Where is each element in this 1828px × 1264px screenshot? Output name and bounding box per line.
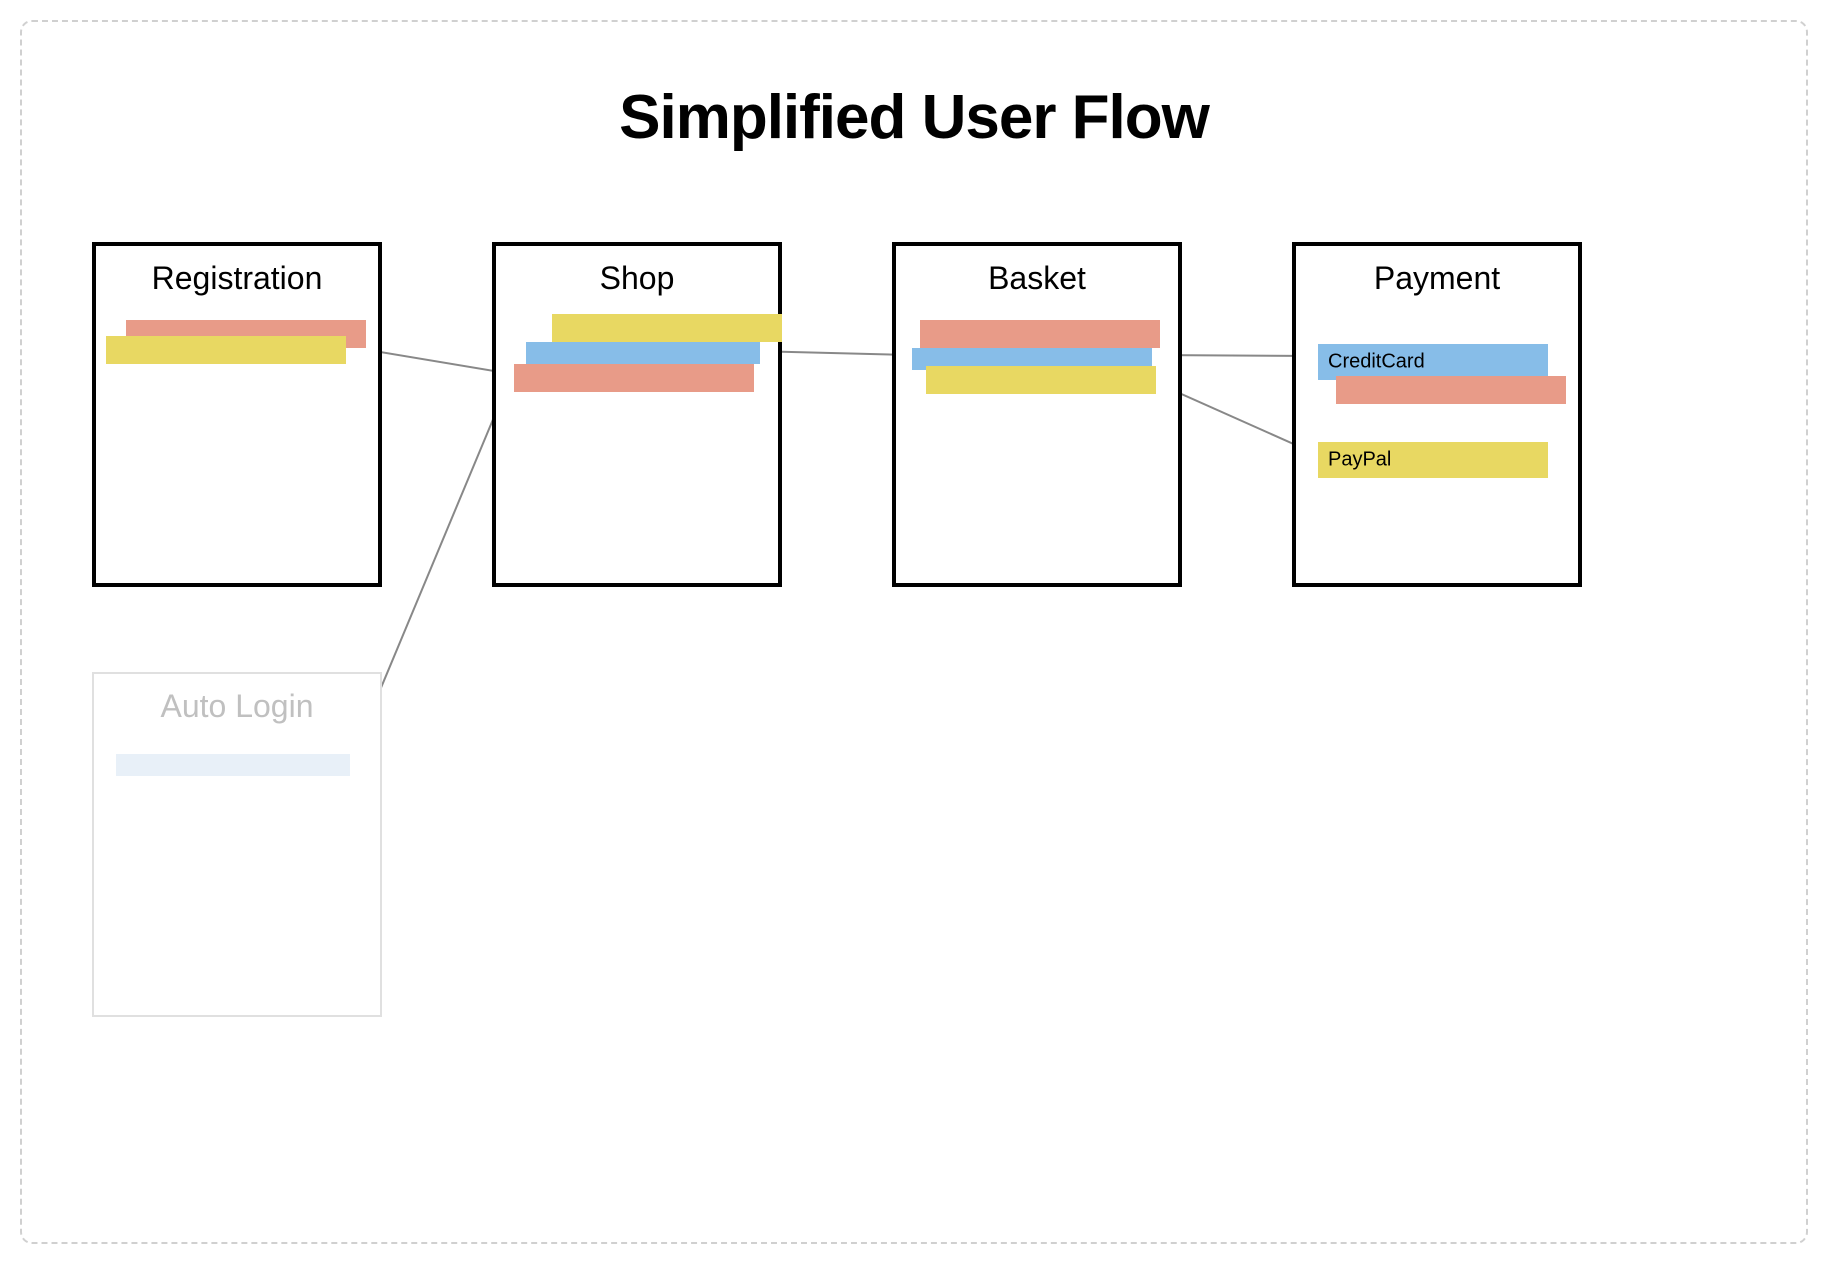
bar-shop-2 (514, 364, 754, 392)
stage-registration: Registration (92, 242, 382, 587)
bar-payment-2: PayPal (1318, 442, 1548, 478)
stage-label-basket: Basket (988, 260, 1086, 297)
connector-layer (22, 22, 1810, 1246)
bar-payment-1 (1336, 376, 1566, 404)
stage-shop: Shop (492, 242, 782, 587)
bar-label-payment-2: PayPal (1328, 449, 1391, 472)
stage-autologin: Auto Login (92, 672, 382, 1017)
stage-basket: Basket (892, 242, 1182, 587)
stage-label-registration: Registration (152, 260, 323, 297)
diagram-canvas: Simplified User Flow Registration Shop B… (20, 20, 1808, 1244)
stage-label-shop: Shop (600, 260, 675, 297)
bar-autologin-0 (116, 754, 350, 776)
stage-label-payment: Payment (1374, 260, 1500, 297)
bar-basket-2 (926, 366, 1156, 394)
bar-shop-0 (552, 314, 782, 342)
stage-payment: Payment CreditCard PayPal (1292, 242, 1582, 587)
bar-shop-1 (526, 342, 760, 364)
bar-payment-0: CreditCard (1318, 344, 1548, 380)
stage-label-autologin: Auto Login (160, 688, 313, 725)
diagram-title: Simplified User Flow (619, 82, 1209, 153)
bar-basket-0 (920, 320, 1160, 348)
bar-registration-1 (106, 336, 346, 364)
bar-label-payment-0: CreditCard (1328, 351, 1425, 374)
